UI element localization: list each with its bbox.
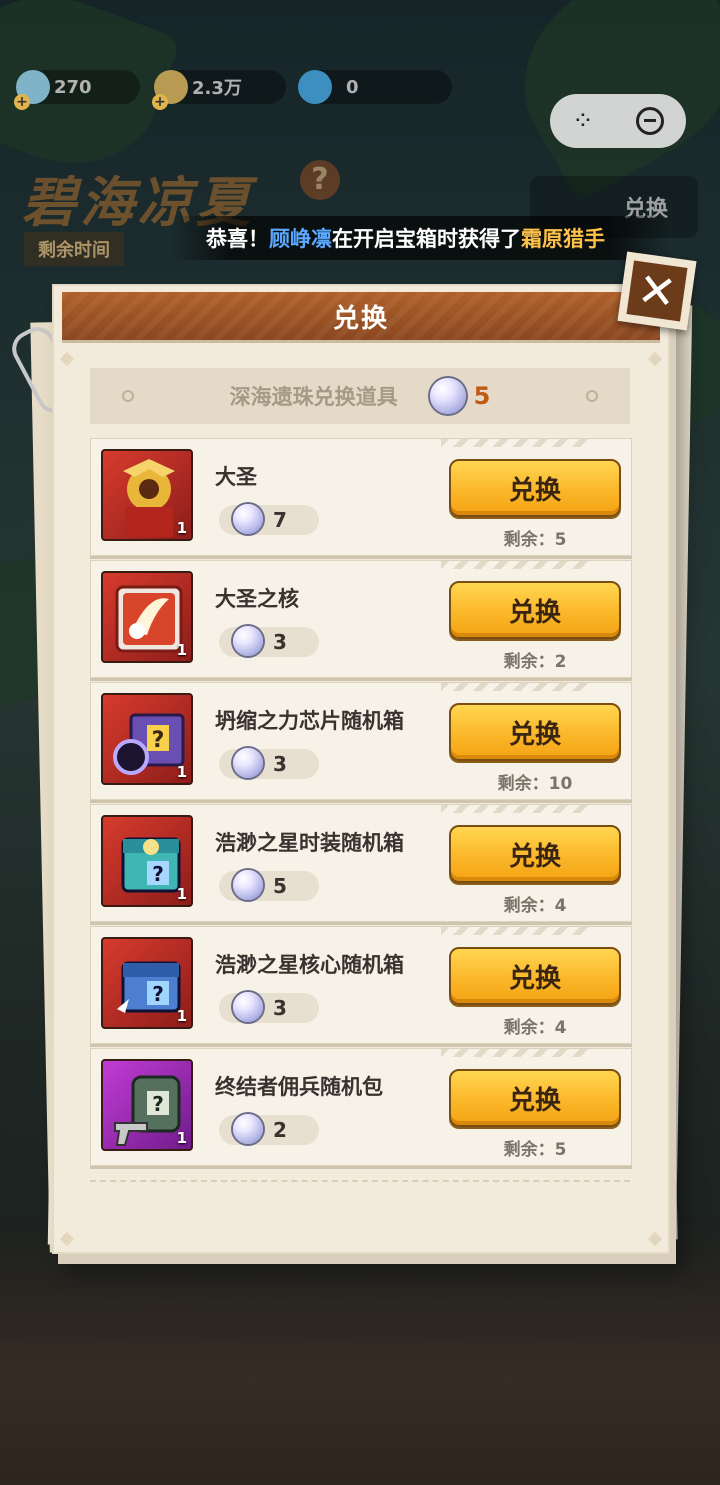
corner-ornament xyxy=(59,351,75,367)
pearl-icon xyxy=(233,1114,263,1144)
shovel-counter: 0 xyxy=(298,70,452,104)
announcement-marquee: 恭喜！顾峥凛在开启宝箱时获得了霜原猎手 xyxy=(170,216,670,260)
cost-value: 5 xyxy=(273,874,287,898)
item-quantity: 1 xyxy=(176,1129,187,1147)
pearl-icon xyxy=(233,504,263,534)
dialog-title: 兑换 xyxy=(62,292,660,343)
banner-text: 深海遗珠兑换道具 xyxy=(229,385,398,409)
pin-icon xyxy=(586,390,598,402)
remaining-count: 剩余：2 xyxy=(503,652,567,672)
marquee-item: 霜原猎手 xyxy=(521,227,605,251)
remaining-count: 剩余：5 xyxy=(503,530,567,550)
cost-value: 3 xyxy=(273,996,287,1020)
item-name: 大圣之核 xyxy=(215,587,299,611)
remaining-count: 剩余：10 xyxy=(497,774,573,794)
cost-value: 2 xyxy=(273,1118,287,1142)
item-cost: 5 xyxy=(219,870,319,901)
item-cost: 7 xyxy=(219,504,319,535)
core-box-icon: ? 1 xyxy=(101,937,193,1029)
exchange-button[interactable]: 兑换 xyxy=(449,459,621,517)
exchange-item-row: ? 1 终结者佣兵随机包 2 兑换 剩余：5 xyxy=(90,1048,632,1166)
exchange-item-row: 1 大圣 7 兑换 剩余：5 xyxy=(90,438,632,556)
shovel-value: 0 xyxy=(346,76,359,98)
plus-icon[interactable]: + xyxy=(152,94,168,110)
item-quantity: 1 xyxy=(176,885,187,903)
minimize-icon[interactable] xyxy=(635,107,664,135)
mercenary-pack-icon: ? 1 xyxy=(101,1059,193,1151)
svg-text:?: ? xyxy=(152,1092,164,1116)
exchange-button[interactable]: 兑换 xyxy=(449,947,621,1005)
monkey-king-icon: 1 xyxy=(101,449,193,541)
svg-text:?: ? xyxy=(152,728,165,753)
close-icon: ✕ xyxy=(626,260,688,322)
pearl-icon xyxy=(233,870,263,900)
exchange-item-row: ? 1 浩渺之星时装随机箱 5 兑换 剩余：4 xyxy=(90,804,632,922)
currency-counter[interactable]: + 2.3万 xyxy=(152,70,286,110)
exchange-button[interactable]: 兑换 xyxy=(449,581,621,639)
item-quantity: 1 xyxy=(176,641,187,659)
marquee-player: 顾峥凛 xyxy=(269,227,332,251)
exchange-button[interactable]: 兑换 xyxy=(449,703,621,761)
svg-text:?: ? xyxy=(152,862,164,886)
gem-value: 270 xyxy=(54,76,92,98)
coin-icon: + xyxy=(152,70,188,110)
corner-ornament xyxy=(647,1231,663,1247)
remaining-count: 剩余：4 xyxy=(503,896,567,916)
item-quantity: 1 xyxy=(176,763,187,781)
more-menu-icon[interactable]: ⁘ xyxy=(572,106,594,136)
item-name: 浩渺之星时装随机箱 xyxy=(215,831,404,855)
pearl-icon xyxy=(233,992,263,1022)
item-cost: 3 xyxy=(219,992,319,1023)
item-quantity: 1 xyxy=(176,1007,187,1025)
plus-icon[interactable]: + xyxy=(14,94,30,110)
remaining-count: 剩余：5 xyxy=(503,1140,567,1160)
cost-value: 7 xyxy=(273,508,287,532)
item-cost: 2 xyxy=(219,1114,319,1145)
item-cost: 3 xyxy=(219,748,319,779)
exchange-button[interactable]: 兑换 xyxy=(449,1069,621,1127)
help-icon[interactable]: ? xyxy=(300,160,340,200)
item-name: 终结者佣兵随机包 xyxy=(215,1075,383,1099)
currency-value: 2.3万 xyxy=(192,78,242,99)
close-button[interactable]: ✕ xyxy=(617,251,697,331)
pearl-icon xyxy=(233,626,263,656)
exchange-button[interactable]: 兑换 xyxy=(449,825,621,883)
pearl-balance-banner: 深海遗珠兑换道具 5 xyxy=(90,368,630,424)
item-name: 大圣 xyxy=(215,465,257,489)
exchange-item-row: ? 1 坍缩之力芯片随机箱 3 兑换 剩余：10 xyxy=(90,682,632,800)
shovel-icon xyxy=(298,70,332,104)
remaining-count: 剩余：4 xyxy=(503,1018,567,1038)
mini-program-capsule: ⁘ xyxy=(550,94,686,148)
corner-ornament xyxy=(59,1231,75,1247)
cost-value: 3 xyxy=(273,630,287,654)
exchange-item-row: ? 1 浩渺之星核心随机箱 3 兑换 剩余：4 xyxy=(90,926,632,1044)
item-name: 坍缩之力芯片随机箱 xyxy=(215,709,404,733)
cost-value: 3 xyxy=(273,752,287,776)
pearl-icon xyxy=(429,378,466,414)
marquee-prefix: 恭喜！ xyxy=(206,227,269,251)
svg-text:?: ? xyxy=(152,982,164,1006)
item-quantity: 1 xyxy=(176,519,187,537)
mystery-box-icon: ? 1 xyxy=(101,693,193,785)
pearl-balance: 5 xyxy=(473,382,491,410)
core-chip-icon: 1 xyxy=(101,571,193,663)
divider xyxy=(90,1180,630,1182)
remaining-time-label: 剩余时间 xyxy=(24,232,124,266)
pin-icon xyxy=(122,390,134,402)
gem-counter[interactable]: + 270 xyxy=(14,70,140,110)
pearl-icon xyxy=(233,748,263,778)
exchange-dialog: 兑换 深海遗珠兑换道具 5 1 大圣 7 兑换 剩余：5 1 大圣之核 3 兑换… xyxy=(52,284,670,1254)
item-name: 浩渺之星核心随机箱 xyxy=(215,953,404,977)
marquee-middle: 在开启宝箱时获得了 xyxy=(332,227,521,251)
exchange-item-row: 1 大圣之核 3 兑换 剩余：2 xyxy=(90,560,632,678)
costume-box-icon: ? 1 xyxy=(101,815,193,907)
item-cost: 3 xyxy=(219,626,319,657)
gem-icon: + xyxy=(14,70,50,110)
corner-ornament xyxy=(647,351,663,367)
